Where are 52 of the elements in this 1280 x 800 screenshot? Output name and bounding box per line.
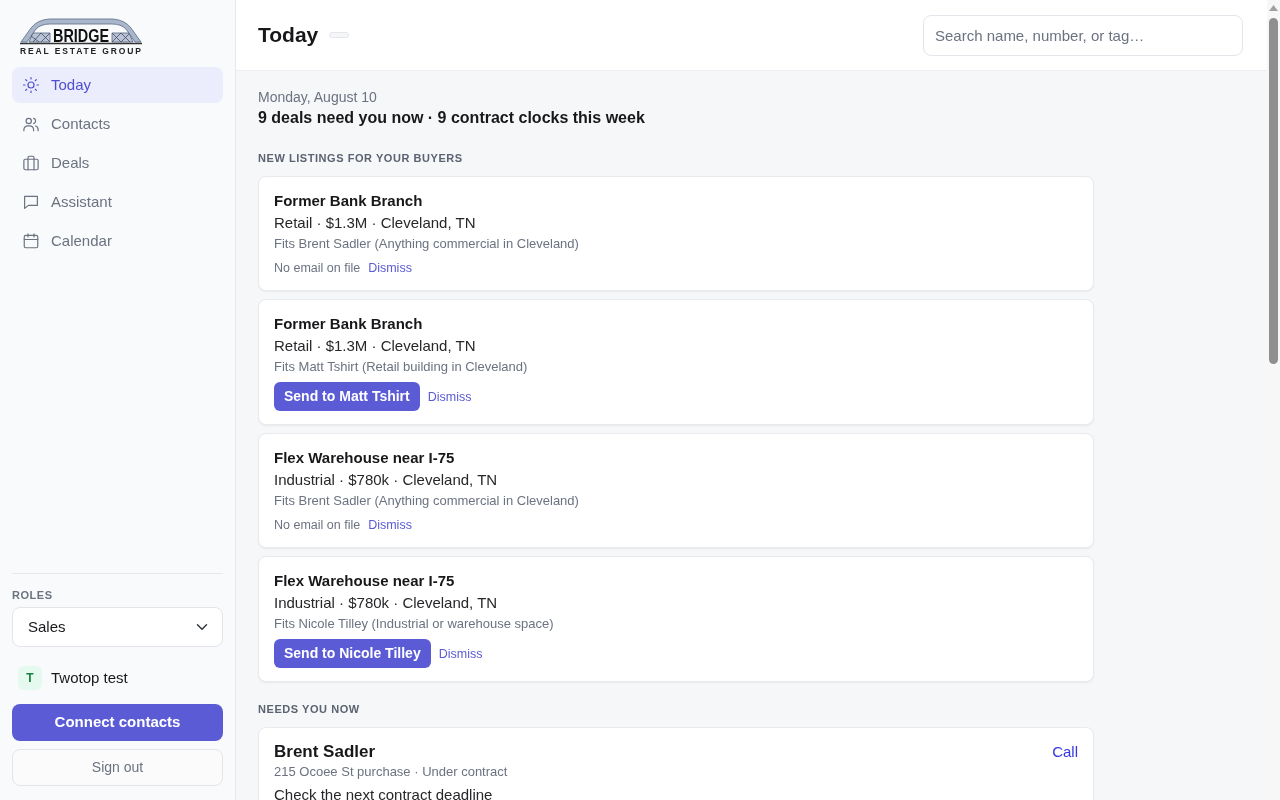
call-link[interactable]: Call: [1052, 741, 1078, 763]
no-email-note: No email on file: [274, 260, 361, 277]
dismiss-link[interactable]: Dismiss: [427, 387, 472, 406]
bridge-arch-icon: [19, 18, 143, 45]
briefcase-icon: [22, 154, 40, 172]
roles-select[interactable]: Sales: [12, 607, 223, 647]
nav-item[interactable]: Contacts: [12, 106, 223, 142]
dismiss-link[interactable]: Dismiss: [438, 644, 483, 663]
send-listing-button[interactable]: Send to Nicole Tilley: [274, 639, 431, 668]
nav-item[interactable]: Deals: [12, 145, 223, 181]
logo-wordmark: BRIDGE: [53, 24, 127, 46]
buyer-fit-note: Fits Nicole Tilley (Industrial or warehouse space): [274, 615, 555, 633]
date-text: Monday, August 10: [258, 88, 378, 106]
buyer-fit-note: Fits Brent Sadler (Anything commercial in Cleveland): [274, 235, 580, 253]
dismiss-link[interactable]: Dismiss: [368, 259, 412, 277]
people-icon: [22, 115, 40, 133]
deal-summary: 215 Ocoee St purchase · Under contract: [274, 763, 509, 781]
connect-contacts-button[interactable]: Connect contacts: [12, 704, 223, 741]
logo-tagline: REAL ESTATE GROUP: [20, 45, 141, 55]
search-field[interactable]: Search name, number, or tag…: [923, 14, 1243, 56]
listing-details: Industrial · $780k · Cleveland, TN: [274, 470, 499, 490]
listing-details: Retail · $1.3M · Cleveland, TN: [274, 336, 477, 356]
nav-item[interactable]: Assistant: [12, 184, 223, 220]
listing-title: Former Bank Branch: [274, 191, 424, 211]
listing-details: Industrial · $780k · Cleveland, TN: [274, 593, 499, 613]
contact-name: Brent Sadler: [274, 741, 376, 763]
listing-title: Flex Warehouse near I-75: [274, 448, 456, 468]
section-heading: NEW LISTINGS FOR YOUR BUYERS: [258, 151, 464, 165]
listing-title: Former Bank Branch: [274, 314, 424, 334]
scroll-up-arrow-icon[interactable]: [1269, 5, 1278, 11]
section-heading: NEEDS YOU NOW: [258, 702, 361, 716]
calendar-icon: [22, 232, 40, 250]
no-email-note: No email on file: [274, 517, 361, 534]
nav-item[interactable]: Today: [12, 67, 223, 103]
user-avatar: T: [18, 666, 42, 690]
user-name: Twotop test: [51, 667, 128, 688]
page-title: Today: [258, 22, 319, 48]
scrollbar-thumb[interactable]: [1269, 18, 1278, 364]
roles-label: ROLES: [12, 587, 54, 603]
sign-out-button[interactable]: Sign out: [12, 749, 223, 786]
dismiss-link[interactable]: Dismiss: [368, 516, 412, 534]
send-listing-button[interactable]: Send to Matt Tshirt: [274, 382, 420, 411]
chat-bubble-icon: [22, 193, 40, 211]
buyer-fit-note: Fits Matt Tshirt (Retail building in Cleveland): [274, 358, 529, 376]
buyer-fit-note: Fits Brent Sadler (Anything commercial in Cleveland): [274, 492, 580, 510]
listing-title: Flex Warehouse near I-75: [274, 571, 456, 591]
blank-pill-icon: [329, 32, 350, 38]
task-text: Check the next contract deadline: [274, 785, 494, 800]
nav-item[interactable]: Calendar: [12, 223, 223, 259]
summary-headline: 9 deals need you now · 9 contract clocks this week: [258, 108, 646, 128]
listing-details: Retail · $1.3M · Cleveland, TN: [274, 213, 477, 233]
sun-icon: [22, 76, 40, 94]
